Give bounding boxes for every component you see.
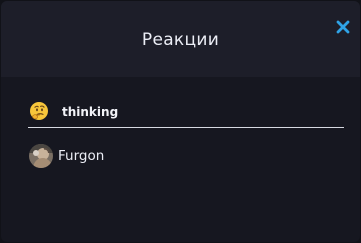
thinking-face-emoji-icon	[29, 101, 49, 121]
user-list-item[interactable]: Furgon	[28, 143, 344, 169]
reaction-tab-label: thinking	[62, 105, 119, 119]
user-name: Furgon	[58, 148, 105, 164]
reaction-tab-thinking[interactable]: thinking	[28, 99, 344, 128]
avatar	[29, 144, 53, 168]
close-button[interactable]	[334, 18, 352, 36]
dialog-body: thinking Furgon	[1, 77, 360, 242]
dialog-header: Реакции	[1, 1, 360, 77]
close-icon	[336, 20, 350, 34]
dialog-title: Реакции	[141, 30, 220, 50]
reactions-dialog: Реакции thinking Furgon	[1, 1, 360, 242]
